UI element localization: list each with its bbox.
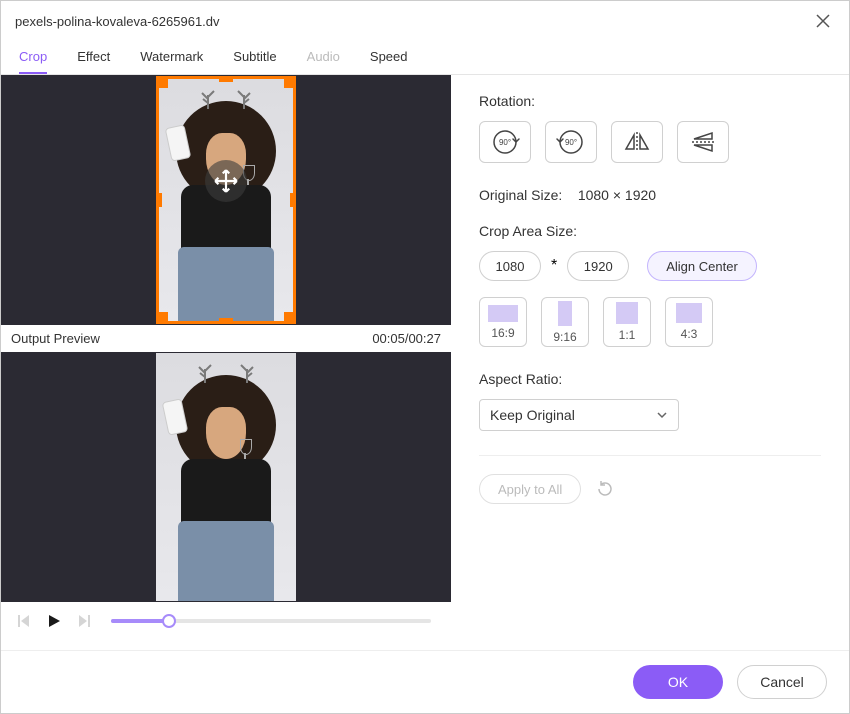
ratio-4-3-icon bbox=[676, 303, 702, 323]
tab-crop[interactable]: Crop bbox=[19, 41, 47, 74]
window-title: pexels-polina-kovaleva-6265961.dv bbox=[15, 14, 220, 29]
crop-area-label: Crop Area Size: bbox=[479, 223, 821, 239]
crop-handle-t[interactable] bbox=[219, 76, 233, 82]
crop-handle-bl[interactable] bbox=[156, 312, 168, 324]
left-panel: Output Preview 00:05/00:27 bbox=[1, 75, 451, 650]
seek-thumb[interactable] bbox=[162, 614, 176, 628]
time-display: 00:05/00:27 bbox=[372, 331, 441, 346]
ok-button[interactable]: OK bbox=[633, 665, 723, 699]
flip-vertical-icon bbox=[686, 128, 720, 156]
ratio-9-16-icon bbox=[558, 301, 572, 326]
crop-handle-r[interactable] bbox=[290, 193, 296, 207]
flip-horizontal-icon bbox=[620, 128, 654, 156]
right-panel: Rotation: 90° 90° Original Size: 1080 × … bbox=[451, 75, 849, 650]
editor-window: pexels-polina-kovaleva-6265961.dv Crop E… bbox=[0, 0, 850, 714]
aspect-ratio-select[interactable]: Keep Original bbox=[479, 399, 679, 431]
ratio-1-1-icon bbox=[616, 302, 638, 324]
ratio-9-16-button[interactable]: 9:16 bbox=[541, 297, 589, 347]
reset-button[interactable] bbox=[595, 479, 615, 499]
video-still-output bbox=[156, 353, 296, 601]
prev-frame-button[interactable] bbox=[13, 610, 35, 632]
output-preview-label: Output Preview bbox=[11, 331, 100, 346]
aspect-ratio-label: Aspect Ratio: bbox=[479, 371, 821, 387]
ratio-4-3-label: 4:3 bbox=[681, 327, 698, 341]
svg-text:90°: 90° bbox=[499, 138, 511, 147]
close-icon bbox=[816, 14, 830, 28]
original-size-value: 1080 × 1920 bbox=[578, 187, 656, 203]
rotation-label: Rotation: bbox=[479, 93, 821, 109]
ratio-16-9-icon bbox=[488, 305, 518, 322]
reset-icon bbox=[596, 480, 614, 498]
tab-effect[interactable]: Effect bbox=[77, 41, 110, 74]
rotate-ccw-button[interactable]: 90° bbox=[545, 121, 597, 163]
crop-box[interactable] bbox=[156, 76, 296, 324]
crop-height-input[interactable] bbox=[567, 251, 629, 281]
move-handle-icon[interactable] bbox=[205, 160, 247, 202]
crop-handle-tl[interactable] bbox=[156, 76, 168, 88]
play-button[interactable] bbox=[43, 610, 65, 632]
footer: OK Cancel bbox=[1, 650, 849, 713]
divider bbox=[479, 455, 821, 456]
close-button[interactable] bbox=[811, 9, 835, 33]
crop-handle-br[interactable] bbox=[284, 312, 296, 324]
titlebar: pexels-polina-kovaleva-6265961.dv bbox=[1, 1, 849, 41]
rotate-ccw-icon: 90° bbox=[554, 128, 588, 156]
seek-slider[interactable] bbox=[111, 612, 431, 630]
aspect-ratio-value: Keep Original bbox=[490, 407, 575, 423]
ratio-9-16-label: 9:16 bbox=[553, 330, 576, 344]
prev-frame-icon bbox=[16, 613, 32, 629]
chevron-down-icon bbox=[656, 409, 668, 421]
tab-speed[interactable]: Speed bbox=[370, 41, 408, 74]
crop-mult: * bbox=[551, 257, 557, 275]
info-bar: Output Preview 00:05/00:27 bbox=[1, 325, 451, 352]
svg-text:90°: 90° bbox=[565, 138, 577, 147]
tab-subtitle[interactable]: Subtitle bbox=[233, 41, 276, 74]
ratio-1-1-label: 1:1 bbox=[619, 328, 636, 342]
original-size-row: Original Size: 1080 × 1920 bbox=[479, 187, 821, 203]
play-icon bbox=[46, 613, 62, 629]
tabs: Crop Effect Watermark Subtitle Audio Spe… bbox=[1, 41, 849, 75]
content: Output Preview 00:05/00:27 bbox=[1, 75, 849, 650]
crop-preview[interactable] bbox=[1, 75, 451, 325]
apply-row: Apply to All bbox=[479, 474, 821, 504]
crop-width-input[interactable] bbox=[479, 251, 541, 281]
output-preview bbox=[1, 352, 451, 602]
ratio-row: 16:9 9:16 1:1 4:3 bbox=[479, 297, 821, 347]
crop-handle-b[interactable] bbox=[219, 318, 233, 324]
align-center-button[interactable]: Align Center bbox=[647, 251, 757, 281]
ratio-1-1-button[interactable]: 1:1 bbox=[603, 297, 651, 347]
flip-horizontal-button[interactable] bbox=[611, 121, 663, 163]
apply-to-all-button[interactable]: Apply to All bbox=[479, 474, 581, 504]
tab-watermark[interactable]: Watermark bbox=[140, 41, 203, 74]
next-frame-icon bbox=[76, 613, 92, 629]
rotate-cw-icon: 90° bbox=[488, 128, 522, 156]
cancel-button[interactable]: Cancel bbox=[737, 665, 827, 699]
crop-inputs: * Align Center bbox=[479, 251, 821, 281]
original-size-label: Original Size: bbox=[479, 187, 562, 203]
next-frame-button[interactable] bbox=[73, 610, 95, 632]
ratio-4-3-button[interactable]: 4:3 bbox=[665, 297, 713, 347]
rotate-cw-button[interactable]: 90° bbox=[479, 121, 531, 163]
ratio-16-9-label: 16:9 bbox=[491, 326, 514, 340]
rotation-row: 90° 90° bbox=[479, 121, 821, 163]
ratio-16-9-button[interactable]: 16:9 bbox=[479, 297, 527, 347]
flip-vertical-button[interactable] bbox=[677, 121, 729, 163]
crop-handle-l[interactable] bbox=[156, 193, 162, 207]
tab-audio: Audio bbox=[307, 41, 340, 74]
crop-handle-tr[interactable] bbox=[284, 76, 296, 88]
playback-bar bbox=[1, 602, 451, 640]
